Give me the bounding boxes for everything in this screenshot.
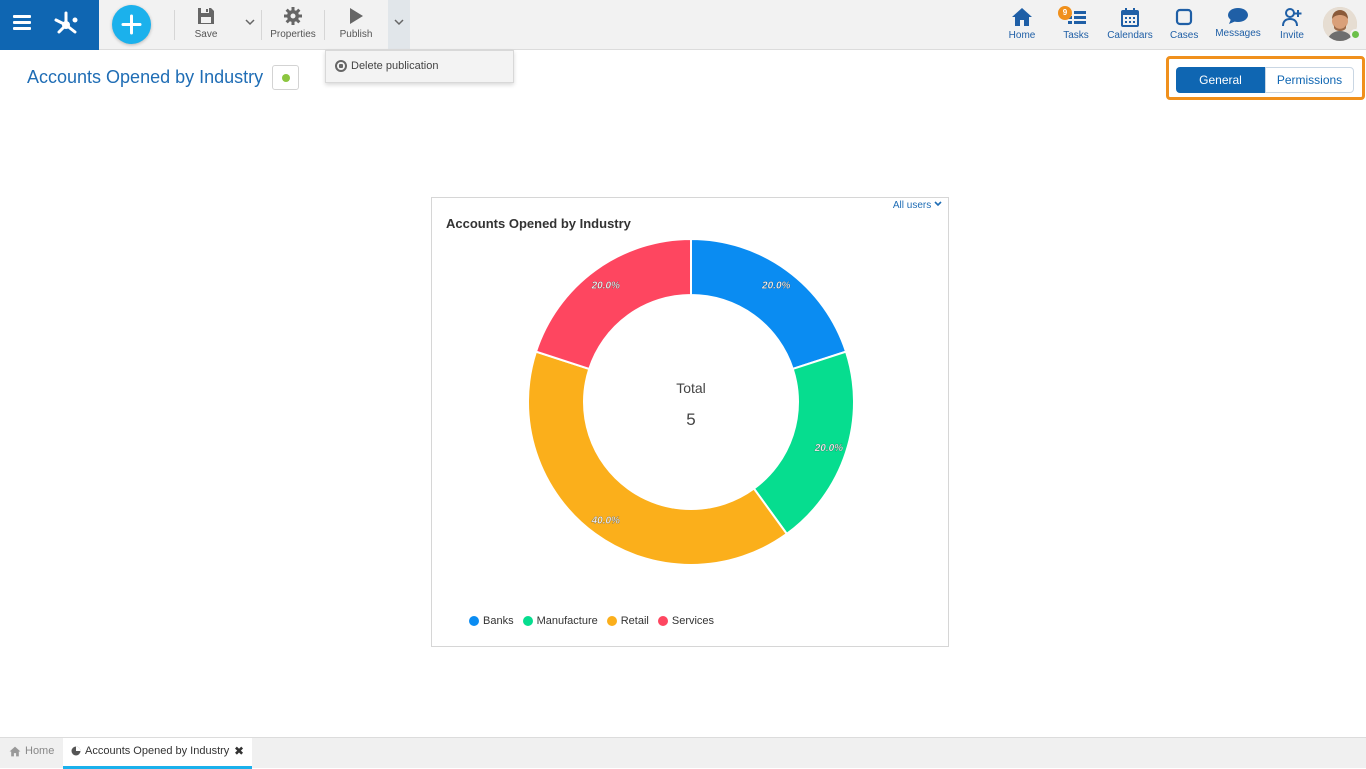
toolbar-divider xyxy=(324,10,325,40)
add-button[interactable] xyxy=(112,5,151,44)
nav-cases-label: Cases xyxy=(1170,30,1199,41)
nav-invite-label: Invite xyxy=(1280,30,1304,41)
legend-swatch xyxy=(606,616,617,626)
slice-percent-label: 40.0% xyxy=(591,515,620,526)
delete-publication-label: Delete publication xyxy=(351,60,439,72)
bottom-tab-active[interactable]: Accounts Opened by Industry ✖ xyxy=(63,738,252,769)
bottom-tab-home[interactable]: Home xyxy=(9,745,54,757)
logo-icon[interactable] xyxy=(51,8,81,38)
legend-item-manufacture[interactable]: Manufacture xyxy=(522,615,598,627)
home-icon xyxy=(9,746,21,756)
legend-item-retail[interactable]: Retail xyxy=(606,615,649,627)
properties-button[interactable]: Properties xyxy=(268,6,318,40)
legend-item-services[interactable]: Services xyxy=(657,615,715,627)
all-users-filter[interactable]: All users xyxy=(893,200,942,211)
toolbar-divider xyxy=(174,10,175,40)
pie-chart-icon xyxy=(71,746,81,756)
message-icon xyxy=(1228,8,1248,24)
nav-home[interactable]: Home xyxy=(1008,7,1036,41)
donut-chart: 20.0% 20.0% 40.0% 20.0% Total 5 xyxy=(527,237,855,566)
online-status-dot xyxy=(1350,29,1361,40)
publish-options-button[interactable] xyxy=(388,0,410,49)
chart-title: Accounts Opened by Industry xyxy=(446,216,631,231)
tasks-count-badge: 9 xyxy=(1058,6,1072,20)
donut-slice-retail[interactable] xyxy=(527,350,789,566)
nav-home-label: Home xyxy=(1008,30,1036,41)
bottom-tab-active-label: Accounts Opened by Industry xyxy=(85,745,230,757)
nav-cases[interactable]: Cases xyxy=(1170,7,1198,41)
donut-center-value: 5 xyxy=(686,410,695,429)
nav-invite[interactable]: Invite xyxy=(1278,7,1306,41)
all-users-label: All users xyxy=(892,200,932,211)
slice-percent-label: 20.0% xyxy=(761,281,790,292)
plus-icon xyxy=(121,14,142,35)
save-options-chevron-icon[interactable] xyxy=(241,8,259,38)
legend-label: Retail xyxy=(620,615,649,627)
gear-icon xyxy=(284,7,302,25)
save-label: Save xyxy=(194,29,218,40)
calendar-icon xyxy=(1121,8,1139,27)
bottom-tab-bar: Home Accounts Opened by Industry ✖ xyxy=(0,737,1366,769)
legend-swatch xyxy=(657,616,668,626)
delete-publication-menu-item[interactable]: Delete publication xyxy=(335,60,438,72)
stop-circle-icon xyxy=(335,60,347,72)
bottom-tab-home-label: Home xyxy=(25,745,55,757)
legend-item-banks[interactable]: Banks xyxy=(469,615,514,627)
nav-tasks-label: Tasks xyxy=(1063,30,1089,41)
chevron-down-icon xyxy=(394,19,404,26)
save-icon xyxy=(198,8,214,24)
page-title: Accounts Opened by Industry xyxy=(27,67,264,87)
nav-calendars-label: Calendars xyxy=(1107,30,1153,41)
chart-card: 20.0% 20.0% 40.0% 20.0% Total 5 All users Acc… xyxy=(431,197,949,647)
donut-center-label: Total xyxy=(676,380,706,396)
brand-panel xyxy=(0,0,99,50)
legend-label: Banks xyxy=(483,615,514,627)
chart-legend: Banks Manufacture Retail Services xyxy=(469,615,723,627)
slice-percent-label: 20.0% xyxy=(591,281,620,292)
tab-switcher-highlight: General Permissions xyxy=(1166,56,1365,100)
legend-swatch xyxy=(469,616,479,626)
nav-messages-label: Messages xyxy=(1215,28,1261,39)
play-icon xyxy=(350,8,363,24)
close-tab-icon[interactable]: ✖ xyxy=(234,744,244,758)
donut-slice-services[interactable] xyxy=(534,237,692,371)
publish-dropdown-menu: Delete publication xyxy=(325,50,514,83)
tab-permissions[interactable]: Permissions xyxy=(1265,67,1354,93)
home-icon xyxy=(1012,8,1032,26)
nav-messages[interactable]: Messages xyxy=(1215,7,1261,39)
donut-slice-banks[interactable] xyxy=(690,237,848,371)
tab-general[interactable]: General xyxy=(1176,67,1265,93)
publish-label: Publish xyxy=(339,29,373,40)
nav-calendars[interactable]: Calendars xyxy=(1107,7,1153,41)
publish-button[interactable]: Publish xyxy=(338,6,374,40)
legend-swatch xyxy=(522,616,533,626)
chevron-down-icon xyxy=(934,201,942,207)
invite-user-icon xyxy=(1282,8,1302,27)
cases-icon xyxy=(1175,8,1193,26)
slice-percent-label: 20.0% xyxy=(814,443,843,454)
save-button[interactable]: Save xyxy=(192,6,220,40)
status-button[interactable] xyxy=(272,65,299,90)
properties-label: Properties xyxy=(270,29,316,40)
legend-label: Manufacture xyxy=(536,615,598,627)
legend-label: Services xyxy=(671,615,715,627)
toolbar-divider xyxy=(261,10,262,40)
top-toolbar: Save Properties Publish Home Tasks 9 Cal… xyxy=(0,0,1366,50)
status-indicator-icon xyxy=(282,74,290,82)
menu-icon[interactable] xyxy=(13,15,31,31)
